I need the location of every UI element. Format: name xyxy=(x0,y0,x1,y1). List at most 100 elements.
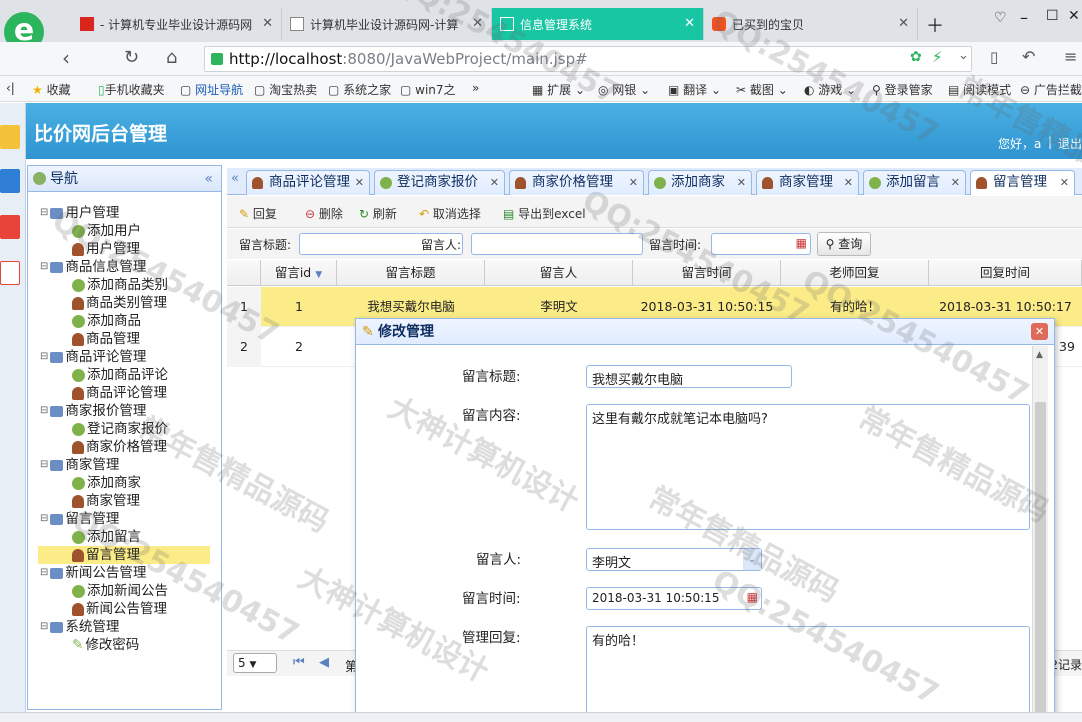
nav-group[interactable]: ⊟ 商品信息管理 xyxy=(28,258,221,276)
dialog-scrollbar[interactable]: ▲ xyxy=(1032,346,1048,722)
browser-tab-1[interactable]: - 计算机专业毕业设计源码网 ✕ xyxy=(72,8,282,40)
tree-toggle-icon[interactable]: ⊟ xyxy=(40,510,48,528)
bookmark-win7[interactable]: ▢ win7之 xyxy=(400,81,456,98)
tree-toggle-icon[interactable]: ⊟ xyxy=(40,348,48,366)
calendar-icon[interactable]: ▦ xyxy=(747,590,758,604)
close-icon[interactable]: ✕ xyxy=(472,16,483,31)
time-input[interactable]: 2018-03-31 10:50:15 ▦ xyxy=(586,587,762,610)
nav-item[interactable]: 用户管理 xyxy=(28,240,221,258)
dropdown-icon[interactable]: ⌄ xyxy=(958,48,969,63)
person-select[interactable]: 李明文 ⌄ xyxy=(586,548,762,571)
mail-icon[interactable] xyxy=(0,261,20,285)
back-icon[interactable]: ‹ xyxy=(62,46,70,70)
bookmark-system[interactable]: ▢ 系统之家 xyxy=(328,81,391,98)
close-icon[interactable]: ✕ xyxy=(951,171,960,194)
nav-group[interactable]: ⊟ 商家管理 xyxy=(28,456,221,474)
nav-item[interactable]: 添加留言 xyxy=(28,528,221,546)
content-textarea[interactable]: 这里有戴尔成就笔记本电脑吗? xyxy=(586,404,1030,530)
scroll-up-icon[interactable]: ▲ xyxy=(1036,350,1043,360)
nav-group[interactable]: ⊟ 新闻公告管理 xyxy=(28,564,221,582)
column-header[interactable]: 留言标题 xyxy=(337,260,485,286)
search-person-input[interactable] xyxy=(471,233,643,255)
nav-item[interactable]: 添加用户 xyxy=(28,222,221,240)
phone-icon[interactable]: ▯ xyxy=(990,48,998,66)
content-tab[interactable]: 添加留言 ✕ xyxy=(863,170,966,195)
ext-translate[interactable]: ▣ 翻译 ⌄ xyxy=(668,81,721,98)
close-icon[interactable]: ✕ xyxy=(1060,171,1069,194)
bookmark-favorites[interactable]: ★ 收藏 xyxy=(32,81,71,98)
new-tab-button[interactable]: ＋ xyxy=(926,12,944,38)
bookmark-nav[interactable]: ▢ 网址导航 xyxy=(180,81,243,98)
close-icon[interactable]: ✕ xyxy=(898,16,909,31)
column-header[interactable]: 留言id ▼ xyxy=(261,260,337,286)
first-page-icon[interactable]: ⏮ xyxy=(293,655,305,670)
refresh-button[interactable]: ↻ 刷新 xyxy=(359,205,397,222)
nav-item[interactable]: 添加商品类别 xyxy=(28,276,221,294)
tree-toggle-icon[interactable]: ⊟ xyxy=(40,204,48,222)
nav-group[interactable]: ⊟ 商品评论管理 xyxy=(28,348,221,366)
minimize-button[interactable]: – xyxy=(1020,8,1028,27)
browser-tab-3[interactable]: 信息管理系统 ✕ xyxy=(492,8,704,40)
delete-button[interactable]: ⊖ 删除 xyxy=(305,205,343,222)
close-dialog-button[interactable]: ✕ xyxy=(1031,323,1048,340)
cancel-select-button[interactable]: ↶ 取消选择 xyxy=(419,205,481,222)
close-icon[interactable]: ✕ xyxy=(490,171,499,194)
close-icon[interactable]: ✕ xyxy=(262,16,273,31)
ext-adblock[interactable]: ⊖ 广告拦截 xyxy=(1020,81,1082,98)
ext-login[interactable]: ⚲ 登录管家 xyxy=(872,81,933,98)
column-header[interactable]: 留言人 xyxy=(485,260,633,286)
scroll-thumb[interactable] xyxy=(1035,402,1046,722)
content-tab[interactable]: 商家管理 ✕ xyxy=(756,170,859,195)
nav-group[interactable]: ⊟ 系统管理 xyxy=(28,618,221,636)
reply-button[interactable]: ✎ 回复 xyxy=(239,205,277,222)
content-tab[interactable]: 商品评论管理 ✕ xyxy=(246,170,370,195)
title-input[interactable]: 我想买戴尔电脑 xyxy=(586,365,792,388)
skin-icon[interactable]: ♡ xyxy=(994,10,1007,26)
content-tab[interactable]: 商家价格管理 ✕ xyxy=(509,170,644,195)
maximize-button[interactable]: ☐ xyxy=(1046,8,1059,24)
ext-reader[interactable]: ▤ 阅读模式 xyxy=(948,81,1011,98)
browser-tab-4[interactable]: 已买到的宝贝 ✕ xyxy=(704,8,918,40)
nav-item[interactable]: 添加新闻公告 xyxy=(28,582,221,600)
content-tab[interactable]: 登记商家报价 ✕ xyxy=(374,170,505,195)
nav-item[interactable]: 商家价格管理 xyxy=(28,438,221,456)
nav-item[interactable]: ✎ 修改密码 xyxy=(28,636,221,654)
tree-toggle-icon[interactable]: ⊟ xyxy=(40,258,48,276)
ext-game[interactable]: ◐ 游戏 ⌄ xyxy=(804,81,856,98)
nav-group[interactable]: ⊟ 留言管理 xyxy=(28,510,221,528)
search-time-input[interactable]: ▦ xyxy=(711,233,811,255)
nav-item[interactable]: 登记商家报价 xyxy=(28,420,221,438)
home-icon[interactable]: ⌂ xyxy=(166,47,177,68)
close-icon[interactable]: ✕ xyxy=(844,171,853,194)
search-button[interactable]: ⚲ 查询 xyxy=(817,232,871,256)
nav-item[interactable]: 新闻公告管理 xyxy=(28,600,221,618)
nav-group[interactable]: ⊟ 用户管理 xyxy=(28,204,221,222)
tree-toggle-icon[interactable]: ⊟ xyxy=(40,456,48,474)
calendar-icon[interactable]: ▦ xyxy=(796,236,807,250)
reload-icon[interactable]: ↻ xyxy=(124,47,139,68)
column-header[interactable]: 老师回复 xyxy=(781,260,929,286)
nav-item[interactable]: 商品评论管理 xyxy=(28,384,221,402)
content-tab[interactable]: 添加商家 ✕ xyxy=(648,170,752,195)
browser-tab-2[interactable]: 计算机毕业设计源码网-计算 ✕ xyxy=(282,8,492,40)
tree-toggle-icon[interactable]: ⊟ xyxy=(40,618,48,636)
tab-scroll-left-icon[interactable]: « xyxy=(231,171,239,186)
bookmark-taobao[interactable]: ▢ 淘宝热卖 xyxy=(254,81,317,98)
menu-icon[interactable]: ≡ xyxy=(1064,47,1077,66)
nav-group[interactable]: ⊟ 商家报价管理 xyxy=(28,402,221,420)
ext-screenshot[interactable]: ✂ 截图 ⌄ xyxy=(736,81,788,98)
list-icon[interactable] xyxy=(0,169,20,193)
column-header[interactable]: 留言时间 xyxy=(633,260,781,286)
close-icon[interactable]: ✕ xyxy=(737,171,746,194)
nav-item[interactable]: 商品管理 xyxy=(28,330,221,348)
export-button[interactable]: ▤ 导出到excel xyxy=(503,205,586,222)
tree-toggle-icon[interactable]: ⊟ xyxy=(40,564,48,582)
prev-page-icon[interactable]: ◀ xyxy=(319,655,329,670)
ext-bank[interactable]: ◎ 网银 ⌄ xyxy=(598,81,650,98)
chevron-down-icon[interactable]: ⌄ xyxy=(743,549,761,570)
nav-item[interactable]: 商品类别管理 xyxy=(28,294,221,312)
lightning-icon[interactable]: ⚡ xyxy=(932,48,943,66)
close-icon[interactable]: ✕ xyxy=(629,171,638,194)
url-input[interactable]: http://localhost:8080/JavaWebProject/mai… xyxy=(204,46,972,72)
column-header[interactable]: 回复时间 xyxy=(929,260,1082,286)
